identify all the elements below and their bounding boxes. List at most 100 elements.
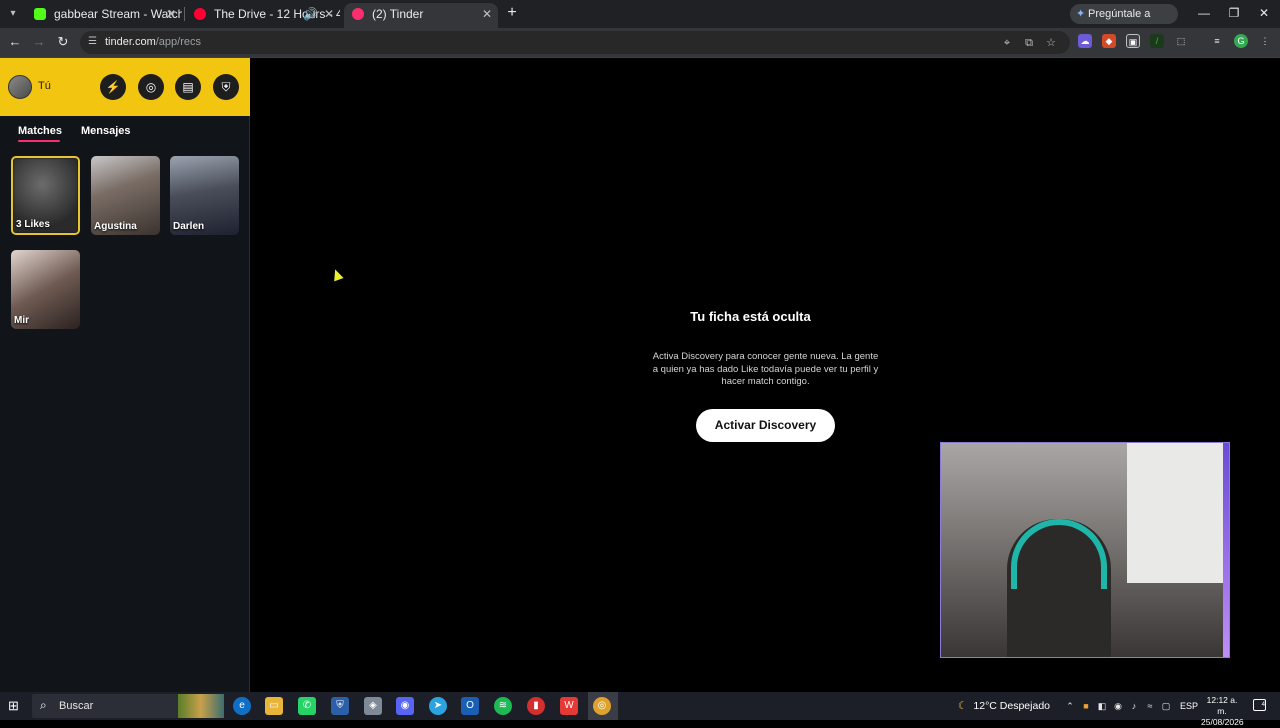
- tab-divider: [184, 7, 185, 21]
- tab-matches[interactable]: Matches: [18, 125, 62, 137]
- user-name[interactable]: Tú: [38, 80, 51, 92]
- volume-icon[interactable]: ♪: [1128, 700, 1140, 712]
- chrome-icon[interactable]: ◎: [593, 697, 611, 715]
- match-name: Mir: [14, 315, 29, 326]
- extension-fox-icon[interactable]: ◆: [1102, 34, 1116, 48]
- likes-card[interactable]: 3 Likes: [11, 156, 80, 235]
- gemini-button[interactable]: ✦ Pregúntale a Gemini: [1070, 4, 1178, 40]
- bookmark-star-icon[interactable]: ☆: [1044, 36, 1058, 50]
- hidden-profile-description: Activa Discovery para conocer gente nuev…: [652, 351, 879, 387]
- activate-discovery-button[interactable]: Activar Discovery: [696, 409, 835, 442]
- url-text[interactable]: tinder.com/app/recs: [105, 31, 201, 54]
- close-window-button[interactable]: ✕: [1256, 5, 1272, 21]
- clock-time: 12:12 a. m.: [1206, 695, 1238, 716]
- extension-slash-icon[interactable]: /: [1150, 34, 1164, 48]
- tray-app2-icon[interactable]: ◉: [1112, 700, 1124, 712]
- language-indicator[interactable]: ESP: [1180, 692, 1198, 720]
- tab-close-icon[interactable]: ✕: [324, 3, 334, 25]
- tab-title: The Drive - 12 Hours - 4K U: [214, 7, 340, 21]
- likes-count-label: 3 Likes: [16, 219, 50, 230]
- url-host: tinder.com: [105, 36, 156, 48]
- outlook-icon[interactable]: O: [461, 697, 479, 715]
- kick-favicon-icon: [34, 8, 46, 20]
- search-placeholder: Buscar: [59, 700, 94, 712]
- tinder-sidebar: Tú ⚡ ◎ ▤ ⛨ Matches Mensajes 3 Likes Agus…: [0, 58, 250, 692]
- url-path: /app/recs: [155, 36, 201, 48]
- tray-app-icon[interactable]: ■: [1080, 700, 1092, 712]
- app-red-icon[interactable]: ▮: [527, 697, 545, 715]
- edge-icon[interactable]: e: [233, 697, 251, 715]
- work-briefcase-icon[interactable]: ▤: [175, 74, 201, 100]
- address-bar[interactable]: ☰ tinder.com/app/recs ⌖ ⧉ ☆: [80, 31, 1070, 54]
- windows-taskbar: ⊞ ⌕ Buscar e ▭ ✆ ⛨ ◈ ◉ ➤ O ≋ ▮ W ◎ ☾ 12°C…: [0, 692, 1280, 727]
- audio-playing-icon[interactable]: 🔊: [303, 3, 318, 25]
- page-title-text: Tu ficha está oculta: [690, 309, 811, 324]
- webcam-frame-accent: [1223, 443, 1229, 657]
- match-card-mir[interactable]: Mir: [11, 250, 80, 329]
- restore-button[interactable]: ❐: [1226, 5, 1242, 21]
- new-tab-button[interactable]: +: [503, 4, 521, 22]
- wps-office-icon[interactable]: W: [560, 697, 578, 715]
- browser-tab-strip: ▾ gabbear Stream - Watch Live o ✕ The Dr…: [0, 0, 1280, 40]
- safety-shield-icon[interactable]: ⛨: [213, 74, 239, 100]
- weather-widget[interactable]: ☾ 12°C Despejado: [958, 692, 1050, 720]
- forward-arrow-icon[interactable]: →: [30, 33, 48, 51]
- windows-start-icon[interactable]: ⊞: [8, 699, 22, 713]
- tab-close-icon[interactable]: ✕: [482, 3, 492, 25]
- tray-chevron-icon[interactable]: ⌃: [1064, 700, 1076, 712]
- taskbar-clock[interactable]: 12:12 a. m. 25/08/2026: [1201, 695, 1244, 728]
- search-highlight-art: [178, 694, 224, 718]
- user-avatar[interactable]: [8, 75, 32, 99]
- match-name: Darlen: [173, 221, 205, 232]
- page-title: Tu ficha está oculta: [251, 309, 1280, 324]
- location-pin-icon[interactable]: ⌖: [1000, 36, 1014, 50]
- extension-box-icon[interactable]: ▣: [1126, 34, 1140, 48]
- tinder-favicon-icon: [352, 8, 364, 20]
- install-app-icon[interactable]: ⧉: [1022, 36, 1036, 50]
- browser-toolbar: ← → ↻ ☰ tinder.com/app/recs ⌖ ⧉ ☆ ☁ ◆ ▣ …: [0, 28, 1280, 57]
- notifications-icon[interactable]: 4: [1253, 699, 1266, 711]
- match-card-agustina[interactable]: Agustina: [91, 156, 160, 235]
- tray-nvidia-icon[interactable]: ◧: [1096, 700, 1108, 712]
- network-icon[interactable]: ▢: [1160, 700, 1172, 712]
- gemini-spark-icon: ✦: [1076, 8, 1086, 20]
- profile-avatar[interactable]: G: [1234, 34, 1248, 48]
- whatsapp-icon[interactable]: ✆: [298, 697, 316, 715]
- vpn-icon[interactable]: ◈: [364, 697, 382, 715]
- site-info-icon[interactable]: ☰: [88, 36, 100, 48]
- wifi-icon[interactable]: ≈: [1144, 700, 1156, 712]
- webcam-overlay: [940, 442, 1230, 658]
- shield-app-icon[interactable]: ⛨: [331, 697, 349, 715]
- sidebar-tabs: Matches Mensajes: [0, 122, 250, 146]
- tab-title: (2) Tinder: [372, 7, 424, 21]
- file-explorer-icon[interactable]: ▭: [265, 697, 283, 715]
- tab-messages[interactable]: Mensajes: [81, 125, 131, 137]
- boost-lightning-icon[interactable]: ⚡: [100, 74, 126, 100]
- weather-text: 12°C Despejado: [973, 700, 1051, 712]
- back-arrow-icon[interactable]: ←: [6, 33, 24, 51]
- telegram-icon[interactable]: ➤: [429, 697, 447, 715]
- extensions-puzzle-icon[interactable]: ⬚: [1174, 34, 1188, 48]
- tab-close-icon[interactable]: ✕: [166, 3, 176, 25]
- minimize-button[interactable]: —: [1196, 5, 1212, 21]
- active-tab-underline: [18, 140, 60, 142]
- menu-kebab-icon[interactable]: ⋮: [1258, 34, 1272, 48]
- discord-icon[interactable]: ◉: [396, 697, 414, 715]
- match-card-darlen[interactable]: Darlen: [170, 156, 239, 235]
- webcam-background-wall: [1127, 443, 1229, 583]
- tab-kick-stream[interactable]: gabbear Stream - Watch Live o ✕: [26, 3, 182, 25]
- explore-compass-icon[interactable]: ◎: [138, 74, 164, 100]
- spotify-icon[interactable]: ≋: [494, 697, 512, 715]
- search-icon: ⌕: [40, 698, 47, 712]
- extension-cloud-icon[interactable]: ☁: [1078, 34, 1092, 48]
- match-name: Agustina: [94, 221, 137, 232]
- reload-icon[interactable]: ↻: [54, 33, 72, 51]
- tab-youtube-drive[interactable]: The Drive - 12 Hours - 4K U 🔊 ✕: [186, 3, 340, 25]
- tab-tinder[interactable]: (2) Tinder ✕: [344, 3, 498, 28]
- youtube-favicon-icon: [194, 8, 206, 20]
- media-control-icon[interactable]: ≡: [1210, 34, 1224, 48]
- tab-search-chevron-icon[interactable]: ▾: [4, 5, 22, 23]
- taskbar-search[interactable]: ⌕ Buscar: [32, 694, 224, 718]
- sidebar-header: Tú ⚡ ◎ ▤ ⛨: [0, 58, 250, 116]
- moon-icon: ☾: [958, 700, 968, 712]
